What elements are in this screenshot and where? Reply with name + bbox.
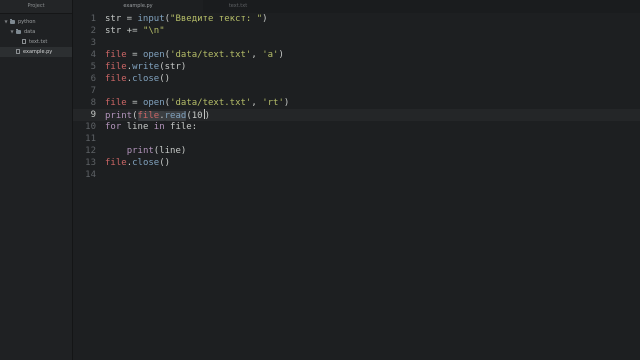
selection-highlight: file	[137, 111, 160, 121]
code-text: file.write(str)	[105, 62, 187, 72]
chevron-down-icon[interactable]: ▼	[9, 27, 15, 37]
code-text: str = input("Введите текст: ")	[105, 14, 268, 24]
line-number: 1	[90, 14, 96, 24]
code-text: for line in file:	[105, 122, 198, 132]
code-text: print(line)	[126, 146, 187, 156]
line-number: 11	[85, 134, 96, 144]
line-number: 6	[90, 74, 96, 84]
code-text: file.close()	[105, 158, 171, 168]
folder-icon	[10, 19, 15, 24]
line-number: 14	[85, 170, 96, 180]
project-panel-title: Project	[0, 0, 72, 14]
tree-item-data-folder[interactable]: ▼ data	[0, 27, 72, 37]
tree-item-label: data	[24, 29, 36, 35]
code-line: 12 print(line)	[73, 145, 640, 157]
file-tree: ▼ python ▼ data text.txt example.py	[0, 14, 72, 57]
chevron-down-icon[interactable]: ▼	[3, 17, 9, 27]
code-line: 1 str = input("Введите текст: ")	[73, 13, 640, 25]
line-number: 8	[90, 98, 96, 108]
tree-item-label: example.py	[23, 49, 53, 55]
code-line: 2 str += "\n"	[73, 25, 640, 37]
code-text: file = open('data/text.txt', 'rt')	[105, 98, 290, 108]
code-line: 5 file.write(str)	[73, 61, 640, 73]
file-icon	[16, 49, 20, 54]
code-line: 3	[73, 37, 640, 49]
tree-item-python-folder[interactable]: ▼ python	[0, 17, 72, 27]
code-line: 13 file.close()	[73, 157, 640, 169]
line-number: 3	[90, 38, 96, 48]
code-line: 8 file = open('data/text.txt', 'rt')	[73, 97, 640, 109]
tree-item-label: python	[18, 19, 36, 25]
tree-item-text-txt[interactable]: text.txt	[0, 37, 72, 47]
code-line: 14	[73, 169, 640, 181]
tree-item-example-py[interactable]: example.py	[0, 47, 72, 57]
tab-text-txt[interactable]: text.txt	[173, 0, 303, 13]
code-line: 6 file.close()	[73, 73, 640, 85]
project-panel: Project ▼ python ▼ data text.txt example…	[0, 0, 73, 360]
code-text: file = open('data/text.txt', 'a')	[105, 50, 284, 60]
folder-icon	[16, 29, 21, 34]
line-number: 7	[90, 86, 96, 96]
line-number: 10	[85, 122, 96, 132]
line-number: 2	[90, 26, 96, 36]
code-text: str += "\n"	[105, 26, 165, 36]
code-line: 10 for line in file:	[73, 121, 640, 133]
code-text: file.close()	[105, 74, 171, 84]
code-line: 7	[73, 85, 640, 97]
code-line: 11	[73, 133, 640, 145]
line-number: 5	[90, 62, 96, 72]
file-icon	[22, 39, 26, 44]
code-line: 4 file = open('data/text.txt', 'a')	[73, 49, 640, 61]
line-number: 12	[85, 146, 96, 156]
code-editor[interactable]: 1 str = input("Введите текст: ") 2 str +…	[73, 13, 640, 360]
line-number: 13	[85, 158, 96, 168]
line-number: 4	[90, 50, 96, 60]
tree-item-label: text.txt	[29, 39, 48, 45]
code-line-current: 9 print(file.read(10)	[73, 109, 640, 121]
line-number: 9	[90, 110, 96, 120]
tab-bar: example.py text.txt	[73, 0, 640, 14]
